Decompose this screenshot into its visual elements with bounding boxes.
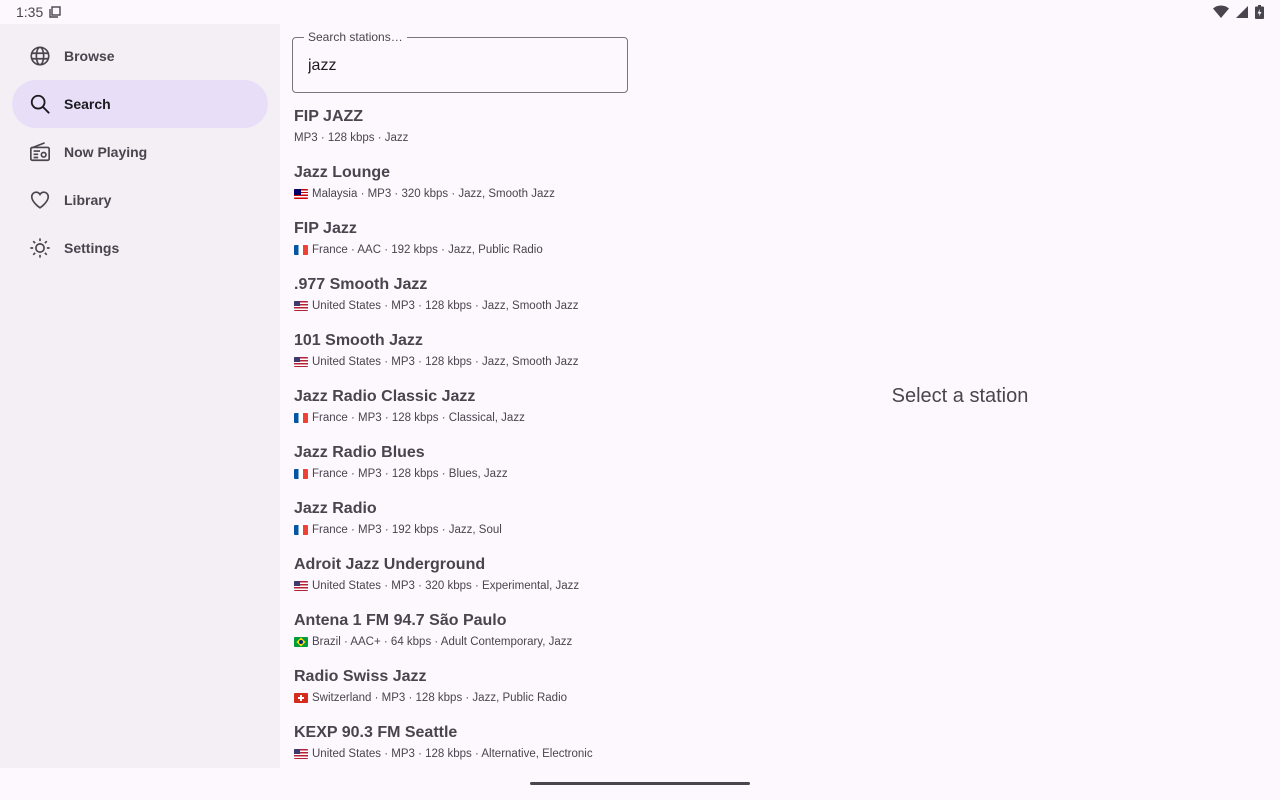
station-meta-text: France · AAC · 192 kbps · Jazz, Public R… [312,244,543,256]
station-meta-text: Switzerland · MP3 · 128 kbps · Jazz, Pub… [312,692,568,704]
station-list-item[interactable]: Radio Swiss Jazz Switzerland · MP3 · 128… [280,663,640,719]
station-name: Jazz Lounge [294,164,391,181]
cellular-signal-icon [1235,5,1249,19]
search-icon [28,92,52,116]
nav-item-now-playing[interactable]: Now Playing [12,128,268,176]
usa-flag-icon [294,749,308,759]
search-field[interactable]: Search stations… [292,30,628,93]
station-meta: Switzerland · MP3 · 128 kbps · Jazz, Pub… [294,692,567,704]
station-list-item[interactable]: .977 Smooth Jazz United States · MP3 · 1… [280,271,640,327]
usa-flag-icon [294,581,308,591]
station-results-list: FIP JAZZ MP3 · 128 kbps · Jazz Jazz Loun… [280,103,640,768]
france-flag-icon [294,245,308,255]
station-meta: United States · MP3 · 128 kbps · Jazz, S… [294,356,579,368]
france-flag-icon [294,469,308,479]
settings-sun-icon [28,236,52,260]
station-list-item[interactable]: 101 Smooth Jazz United States · MP3 · 12… [280,327,640,383]
station-name: KEXP 90.3 FM Seattle [294,724,458,741]
nav-item-label: Now Playing [64,144,148,160]
station-name: Jazz Radio Blues [294,444,425,461]
battery-charging-icon [1255,5,1264,19]
heart-icon [28,188,52,212]
station-list-item[interactable]: FIP JAZZ MP3 · 128 kbps · Jazz [280,103,640,159]
gesture-navigation-handle[interactable] [530,782,750,785]
france-flag-icon [294,525,308,535]
station-meta: MP3 · 128 kbps · Jazz [294,132,408,144]
station-meta-text: France · MP3 · 128 kbps · Blues, Jazz [312,468,508,480]
radio-icon [28,140,52,164]
nav-item-search[interactable]: Search [12,80,268,128]
station-meta: United States · MP3 · 128 kbps · Alterna… [294,748,593,760]
station-list-item[interactable]: Adroit Jazz Underground United States · … [280,551,640,607]
station-meta: United States · MP3 · 320 kbps · Experim… [294,580,579,592]
station-meta: France · MP3 · 128 kbps · Blues, Jazz [294,468,508,480]
station-meta-text: United States · MP3 · 128 kbps · Jazz, S… [312,356,579,368]
station-list-item[interactable]: Jazz Radio Classic Jazz France · MP3 · 1… [280,383,640,439]
station-meta-text: United States · MP3 · 128 kbps · Jazz, S… [312,300,579,312]
station-meta-text: France · MP3 · 192 kbps · Jazz, Soul [312,524,502,536]
station-meta-text: MP3 · 128 kbps · Jazz [294,132,409,144]
station-list-item[interactable]: Jazz Radio France · MP3 · 192 kbps · Jaz… [280,495,640,551]
nav-item-label: Search [64,96,111,112]
station-list-item[interactable]: Jazz Lounge Malaysia · MP3 · 320 kbps · … [280,159,640,215]
station-list-item[interactable]: FIP Jazz France · AAC · 192 kbps · Jazz,… [280,215,640,271]
station-name: 101 Smooth Jazz [294,332,423,349]
nav-item-label: Browse [64,48,115,64]
screenshot-notification-icon [49,6,61,18]
station-list-item[interactable]: Jazz Radio Blues France · MP3 · 128 kbps… [280,439,640,495]
station-name: Adroit Jazz Underground [294,556,486,573]
station-detail-pane: Select a station [640,24,1280,768]
station-meta-text: United States · MP3 · 320 kbps · Experim… [312,580,580,592]
station-name: Jazz Radio Classic Jazz [294,388,476,405]
station-name: Antena 1 FM 94.7 São Paulo [294,612,507,629]
station-meta: France · MP3 · 192 kbps · Jazz, Soul [294,524,502,536]
malaysia-flag-icon [294,189,308,199]
usa-flag-icon [294,301,308,311]
nav-item-settings[interactable]: Settings [12,224,268,272]
france-flag-icon [294,413,308,423]
station-meta-text: Brazil · AAC+ · 64 kbps · Adult Contempo… [312,636,573,648]
nav-item-browse[interactable]: Browse [12,32,268,80]
station-name: .977 Smooth Jazz [294,276,428,293]
switzerland-flag-icon [294,693,308,703]
station-list-item[interactable]: Antena 1 FM 94.7 São Paulo Brazil · AAC+… [280,607,640,663]
globe-icon [28,44,52,68]
station-meta: Brazil · AAC+ · 64 kbps · Adult Contempo… [294,636,572,648]
empty-state-text: Select a station [891,384,1029,407]
station-name: Radio Swiss Jazz [294,668,427,685]
station-meta-text: Malaysia · MP3 · 320 kbps · Jazz, Smooth… [312,188,555,200]
navigation-drawer: Browse Search Now Playing Library Settin… [0,24,280,768]
search-input[interactable] [308,55,608,77]
station-name: FIP JAZZ [294,108,364,125]
station-name: FIP Jazz [294,220,357,237]
station-meta: France · AAC · 192 kbps · Jazz, Public R… [294,244,543,256]
station-meta: Malaysia · MP3 · 320 kbps · Jazz, Smooth… [294,188,555,200]
station-meta-text: France · MP3 · 128 kbps · Classical, Jaz… [312,412,525,424]
nav-item-label: Settings [64,240,120,256]
status-bar: 1:35 [0,0,1280,24]
search-field-label: Search stations… [304,30,407,44]
station-meta: United States · MP3 · 128 kbps · Jazz, S… [294,300,579,312]
station-name: Jazz Radio [294,500,377,517]
station-meta: France · MP3 · 128 kbps · Classical, Jaz… [294,412,525,424]
station-meta-text: United States · MP3 · 128 kbps · Alterna… [312,748,593,760]
nav-item-label: Library [64,192,112,208]
brazil-flag-icon [294,637,308,647]
status-time: 1:35 [16,4,44,20]
usa-flag-icon [294,357,308,367]
station-list-item[interactable]: KEXP 90.3 FM Seattle United States · MP3… [280,719,640,768]
wifi-icon [1213,5,1229,19]
nav-item-library[interactable]: Library [12,176,268,224]
